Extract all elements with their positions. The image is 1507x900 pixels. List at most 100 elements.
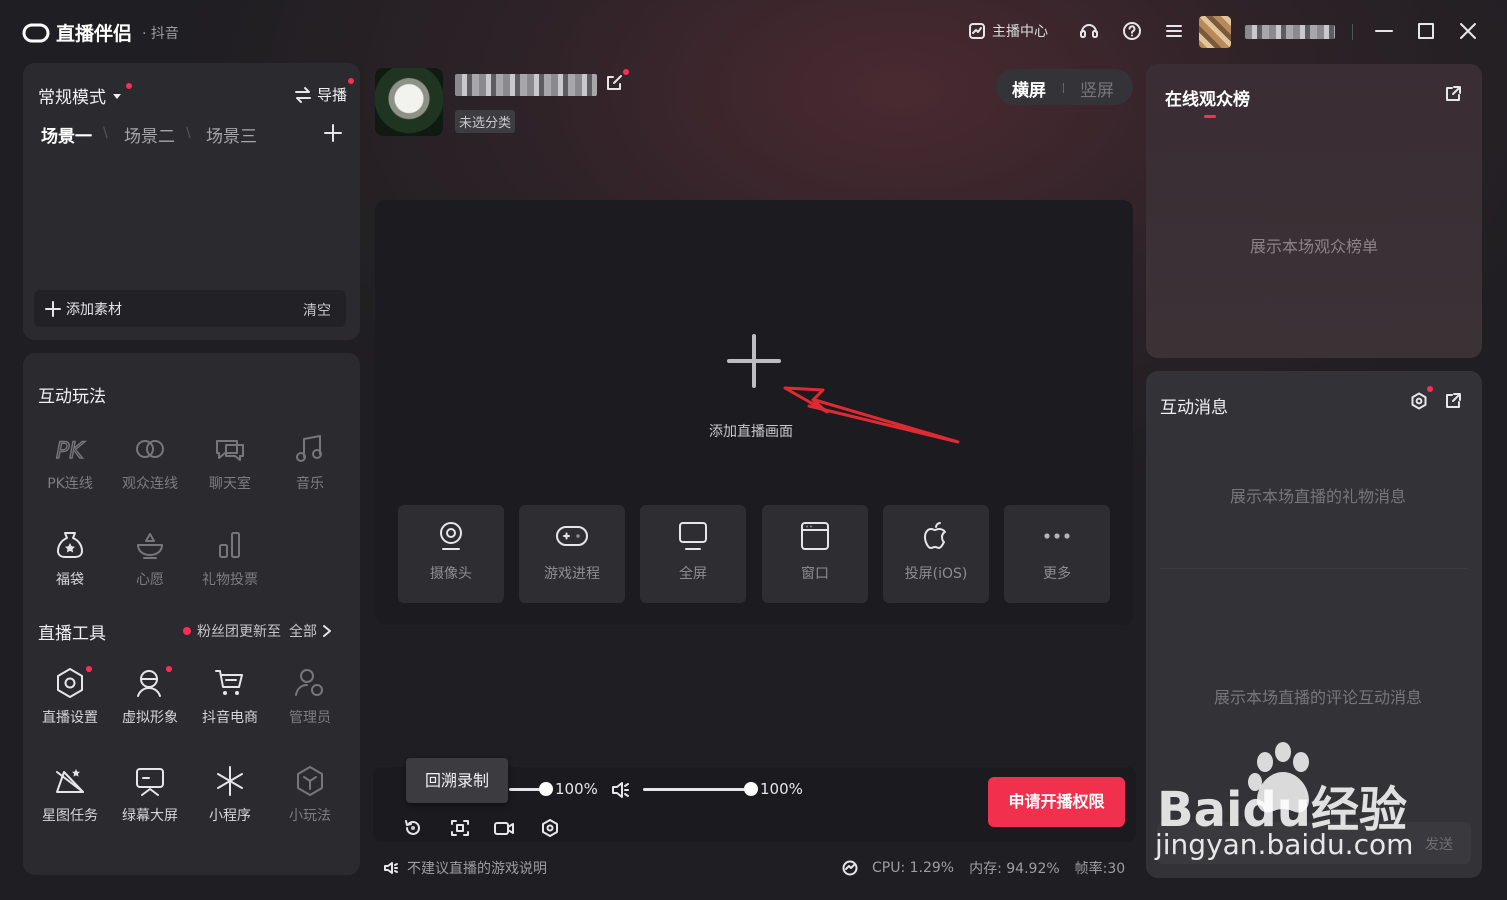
chat-room-icon	[216, 440, 244, 461]
tool-chat-room[interactable]: 聊天室	[190, 431, 270, 501]
guide-label: 导播	[317, 86, 348, 104]
add-scene-plus-icon[interactable]	[727, 334, 781, 388]
orientation-toggle: 横屏 竖屏	[996, 69, 1133, 105]
pk-icon: PK	[55, 438, 86, 464]
user-avatar[interactable]	[1199, 16, 1231, 48]
scene-tab-2[interactable]: 场景二	[124, 122, 175, 147]
app-name: 直播伴侣	[56, 23, 133, 45]
link-icon	[136, 440, 164, 458]
tool-virtual-avatar[interactable]: 虚拟形象	[110, 665, 190, 735]
maximize-icon[interactable]	[1416, 21, 1436, 41]
apply-live-permission-button[interactable]: 申请开播权限	[988, 777, 1125, 827]
scene-tab-1[interactable]: 场景一	[41, 122, 92, 147]
svg-text:PK: PK	[56, 439, 85, 464]
scene-separator: \	[186, 125, 191, 141]
replay-record-tooltip: 回溯录制	[406, 758, 508, 803]
apple-icon	[924, 522, 946, 549]
category-tag[interactable]: 未选分类	[455, 110, 516, 133]
source-more[interactable]: 更多	[1004, 505, 1110, 603]
tool-mini-game[interactable]: 小玩法	[270, 763, 350, 833]
tool-mini-program[interactable]: 小程序	[190, 763, 270, 833]
room-cover[interactable]	[375, 68, 443, 136]
tool-lucky-bag[interactable]: 福袋	[30, 527, 110, 597]
settings-icon[interactable]	[540, 818, 560, 838]
message-popout-icon[interactable]	[1444, 392, 1462, 410]
star-map-icon	[56, 769, 84, 793]
tools-panel: 互动玩法 PK PK连线 观众连线 聊天室 音乐 福袋 心愿 礼物投票 直播工具…	[23, 353, 360, 875]
chart-icon	[969, 23, 985, 39]
game-notice[interactable]: 不建议直播的游戏说明	[383, 858, 547, 878]
add-material-button[interactable]: 添加素材	[44, 299, 122, 319]
screen-record-icon[interactable]	[450, 818, 470, 838]
close-icon[interactable]	[1458, 21, 1478, 41]
game-notice-label: 不建议直播的游戏说明	[407, 861, 547, 877]
source-window[interactable]: 窗口	[762, 505, 868, 603]
mini-game-icon	[297, 766, 323, 796]
edit-red-dot	[623, 69, 629, 75]
mode-dropdown[interactable]: 常规模式	[38, 83, 123, 108]
tool-admin[interactable]: 管理员	[270, 665, 350, 735]
room-title-blurred	[455, 74, 597, 96]
audience-panel: 在线观众榜 展示本场观众榜单	[1146, 64, 1482, 358]
speaker-mute-icon	[384, 862, 398, 874]
source-ios-cast[interactable]: 投屏(iOS)	[883, 505, 989, 603]
add-material-label: 添加素材	[66, 302, 122, 318]
more-icon	[1044, 533, 1070, 539]
baidu-watermark: Baidu经验 jingyan.baidu.com	[1155, 740, 1485, 870]
monitor-icon	[679, 522, 707, 550]
scene-panel: 常规模式 导播 场景一 \ 场景二 \ 场景三 添加素材 清空	[23, 63, 360, 340]
message-settings-icon[interactable]	[1410, 392, 1428, 410]
tool-gift-vote[interactable]: 礼物投票	[190, 527, 270, 597]
replay-record-icon[interactable]	[403, 818, 423, 838]
anchor-center-label: 主播中心	[992, 24, 1048, 40]
tool-wish[interactable]: 心愿	[110, 527, 190, 597]
guide-button[interactable]: 导播	[293, 84, 347, 105]
material-bar: 添加素材 清空	[34, 290, 346, 327]
speaker-icon[interactable]	[610, 780, 630, 800]
messages-title: 互动消息	[1160, 398, 1228, 418]
audience-placeholder: 展示本场观众榜单	[1249, 237, 1378, 256]
chevron-right-icon	[323, 625, 331, 637]
swap-icon	[295, 86, 311, 103]
portrait-button[interactable]: 竖屏	[1080, 76, 1114, 101]
wish-icon	[137, 533, 163, 559]
menu-icon[interactable]	[1164, 21, 1184, 41]
avatar-icon	[137, 670, 161, 697]
minimize-icon[interactable]	[1374, 21, 1394, 41]
speaker-slider-track[interactable]	[643, 788, 749, 791]
annotation-arrow-icon	[783, 386, 960, 444]
tool-star-map[interactable]: 星图任务	[30, 763, 110, 833]
help-icon[interactable]	[1121, 20, 1143, 42]
speaker-slider-handle[interactable]	[744, 782, 758, 796]
edit-title-icon[interactable]	[605, 74, 623, 92]
interact-title: 互动玩法	[38, 387, 106, 407]
add-scene-icon[interactable]	[322, 122, 344, 144]
landscape-button[interactable]: 横屏	[1012, 76, 1046, 101]
source-camera[interactable]: 摄像头	[398, 505, 504, 603]
mic-slider-handle[interactable]	[539, 782, 553, 796]
popout-icon[interactable]	[1444, 85, 1462, 103]
tools-title: 直播工具	[38, 624, 106, 644]
tool-audience-link[interactable]: 观众连线	[110, 431, 190, 501]
tool-pk[interactable]: PK PK连线	[30, 431, 110, 501]
tool-live-settings[interactable]: 直播设置	[30, 665, 110, 735]
clear-button[interactable]: 清空	[303, 300, 331, 320]
headset-icon[interactable]	[1078, 20, 1100, 42]
tool-ecommerce[interactable]: 抖音电商	[190, 665, 270, 735]
vote-icon	[219, 532, 240, 558]
scene-tab-3[interactable]: 场景三	[206, 122, 257, 147]
tool-green-screen[interactable]: 绿幕大屏	[110, 763, 190, 833]
source-fullscreen[interactable]: 全屏	[640, 505, 746, 603]
titlebar-divider	[1352, 24, 1353, 40]
source-game[interactable]: 游戏进程	[519, 505, 625, 603]
video-record-icon[interactable]	[493, 818, 515, 838]
window-icon	[801, 522, 829, 550]
all-label: 全部	[289, 624, 317, 640]
audience-title[interactable]: 在线观众榜	[1165, 85, 1250, 110]
settings-hex-icon	[57, 668, 83, 698]
comment-message-placeholder: 展示本场直播的评论互动消息	[1213, 688, 1422, 707]
fan-club-notice[interactable]: 粉丝团更新至 全部	[183, 621, 333, 641]
tool-music[interactable]: 音乐	[270, 431, 350, 501]
anchor-center-link[interactable]: 主播中心	[968, 20, 1048, 42]
toggle-divider	[1063, 83, 1064, 93]
